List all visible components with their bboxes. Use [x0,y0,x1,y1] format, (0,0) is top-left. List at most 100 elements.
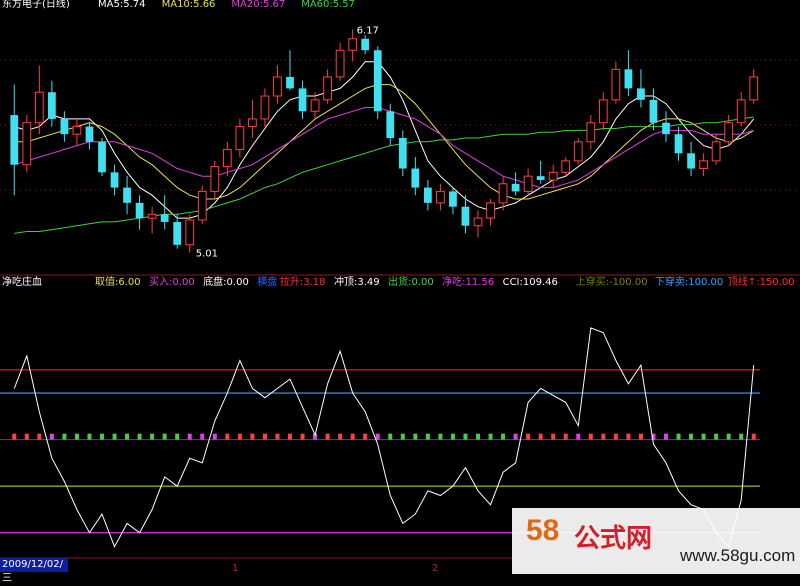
histogram-bar [200,433,205,440]
candle-body [361,38,370,51]
candle-body [323,76,332,101]
candle [536,160,545,184]
candle-body [335,49,345,78]
low-price-marker: 5.01 [196,248,218,259]
histogram-bar [638,433,643,440]
candle-body [248,118,257,128]
indicator-legend-6: 出货:0.00 [388,275,434,288]
histogram-bar [225,433,230,440]
candle [323,69,332,104]
indicator-legend-7: 净吃:11.56 [442,275,494,288]
candle-body [637,88,645,100]
x-tick-1: 1 [232,563,238,574]
chart-title: 东方电子(日线) [2,0,70,10]
candle [736,92,746,127]
candle [674,126,683,161]
histogram-bar [137,433,142,440]
candle [72,118,82,146]
indicator-legend-11: 顶线↑:150.00 [728,275,795,288]
histogram-bar [175,433,180,440]
candle-body [687,153,695,169]
histogram-bar [87,433,92,440]
histogram-bar [563,433,568,440]
candle-body [260,95,270,120]
candle [10,84,19,196]
histogram-bar [375,433,380,440]
histogram-bar [551,433,556,440]
candle-body [310,99,320,112]
candle-body [449,191,457,207]
histogram-bar [288,433,292,440]
candle-body [573,141,583,162]
histogram-bar [37,433,42,440]
histogram-bar [400,433,405,440]
candle-body [197,190,207,221]
candle [335,42,345,81]
stock-chart: 东方电子(日线) 6.17 5.01 净吃庄血 1 2 MA5:5.74 MA10… [0,0,800,574]
candle-body [473,217,483,227]
watermark-url: www.58gu.com [680,546,796,565]
histogram-bar [250,433,255,440]
histogram-bar [300,433,305,440]
x-tick-2: 2 [432,563,438,574]
candle [210,160,220,200]
candle-body [611,68,621,101]
candle-body [498,183,508,204]
histogram-bar [24,433,29,440]
candle-body [210,166,220,192]
candle-body [135,202,144,219]
candle [398,130,407,177]
candle-body [185,219,195,246]
histogram-bar [739,433,744,440]
candle [273,65,282,104]
histogram-bar [576,433,581,440]
indicator-legend-2: 底盘:0.00 [203,275,249,288]
histogram-bar [100,433,104,440]
candle-body [699,160,708,170]
moving-average-lines [14,61,755,234]
candle-body [411,168,420,188]
candle [699,153,708,177]
histogram-bar [237,433,242,440]
candle-body [22,122,32,166]
candle [173,214,182,249]
histogram-bar [488,433,493,440]
histogram-bar [513,433,518,440]
watermark-name: 公式网 [574,524,653,554]
candle-body [373,50,382,112]
candle [473,210,483,238]
candle-body [398,138,407,169]
candle-body [60,118,69,135]
indicator-title: 净吃庄血 [2,275,42,288]
candle [135,195,144,230]
candle [160,195,169,230]
ma-line-ma60 [14,116,754,234]
candle [561,157,571,177]
candle-body [110,172,119,188]
candle-body [461,206,470,226]
indicator-legend-0: 取值:6.00 [95,275,141,288]
histogram-bar [626,433,631,440]
ma-legend-3: MA60:5.57 [301,0,355,10]
candle [498,176,508,211]
candle [235,118,245,158]
histogram-bar [601,433,606,440]
indicator-legend-8: CCI:109.46 [503,277,558,288]
candle [298,80,307,119]
histogram-bar [162,433,167,440]
histogram-bar [701,433,706,440]
candle [724,115,734,146]
histogram-bar [689,433,694,440]
candle [85,122,94,150]
watermark: 58 公式网 www.58gu.com [512,508,800,574]
candle [523,168,533,196]
candle-body [286,76,294,89]
candle [147,206,157,234]
histogram-bar [262,433,267,440]
histogram-bar [751,433,756,440]
candle-body [123,187,131,203]
candle-body [298,88,307,112]
date-label: 2009/12/02/三 [0,558,68,584]
histogram-bar [450,433,455,440]
ma-line-ma10 [14,84,754,200]
